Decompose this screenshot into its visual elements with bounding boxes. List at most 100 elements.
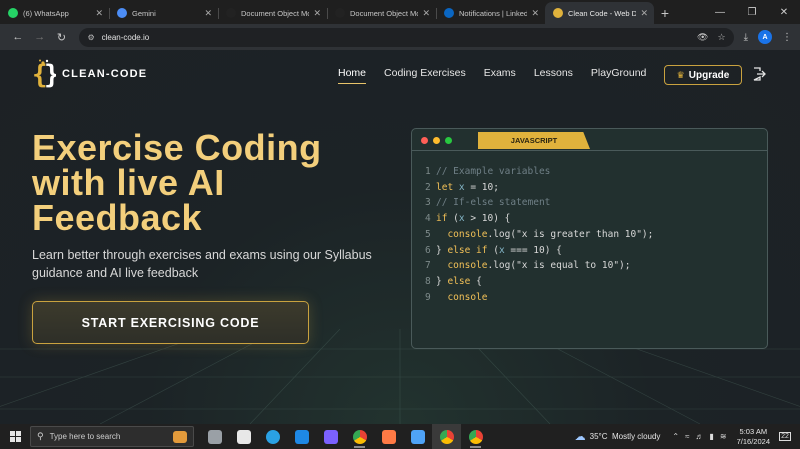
reload-icon[interactable]: ↻: [52, 27, 72, 47]
tab-title: (6) WhatsApp: [23, 8, 69, 18]
mail-icon: [294, 429, 309, 444]
code-token: else if: [447, 244, 488, 256]
tab-title: Notifications | Linked: [459, 8, 528, 18]
edge-icon: [265, 429, 280, 444]
bookmark-star-icon[interactable]: ☆: [717, 32, 725, 43]
browser-tab[interactable]: Clean Code - Web De ✕: [545, 2, 654, 24]
chevron-up-icon[interactable]: ⌃: [672, 432, 679, 441]
site-logo[interactable]: { } CLEAN-CODE: [32, 58, 147, 90]
taskbar-app[interactable]: [345, 424, 374, 449]
browser-toolbar: ← → ↻ ⚙ clean-code.io 👁 ☆ ⤓ A ⋮: [0, 24, 800, 50]
close-tab-icon[interactable]: ✕: [422, 8, 430, 19]
taskbar-app[interactable]: [316, 424, 345, 449]
tab-title: Clean Code - Web De: [568, 8, 637, 18]
code-line: 1 // Example variables: [425, 164, 767, 180]
close-tab-icon[interactable]: ✕: [95, 8, 103, 19]
restore-icon[interactable]: ❐: [736, 0, 768, 24]
profile-avatar[interactable]: A: [758, 30, 772, 44]
code-token: console: [436, 260, 488, 272]
wifi-icon[interactable]: ≋: [720, 432, 727, 441]
weather-widget[interactable]: ☁ 35°C Mostly cloudy: [575, 430, 661, 443]
nav-link-coding-exercises[interactable]: Coding Exercises: [384, 67, 466, 79]
line-number: 1: [425, 166, 431, 177]
taskbar-app[interactable]: [287, 424, 316, 449]
tab-title: Document Object Mo: [241, 8, 310, 18]
taskbar-app[interactable]: [374, 424, 403, 449]
notification-count: 22: [779, 432, 791, 441]
forward-icon[interactable]: →: [30, 27, 50, 47]
taskbar-app[interactable]: [200, 424, 229, 449]
gemini-icon: [117, 8, 127, 18]
close-tab-icon[interactable]: ✕: [204, 8, 212, 19]
cloud-icon: ☁: [574, 431, 586, 443]
code-line: 6} else if (x === 10) {: [425, 243, 767, 259]
menu-kebab-icon[interactable]: ⋮: [782, 32, 792, 43]
main-nav: Home Coding Exercises Exams Lessons PlayGrou…: [338, 67, 664, 84]
browser-tab[interactable]: (6) WhatsApp ✕: [0, 2, 109, 24]
taskbar-clock[interactable]: 5:03 AM 7/16/2024: [737, 427, 770, 447]
medium-icon: [335, 8, 345, 18]
code-token: = 10;: [464, 181, 499, 193]
code-token: console: [436, 291, 488, 303]
code-block: 1// Example variables 2 let x = 10; 3// If-…: [412, 151, 767, 305]
browser-tab[interactable]: Document Object Mo ✕: [218, 2, 327, 24]
taskbar-search-input[interactable]: ⚲ Type here to search: [30, 426, 194, 447]
language-tab[interactable]: JAVASCRIPT: [478, 132, 590, 149]
notification-icon[interactable]: 22: [778, 430, 792, 444]
battery-icon[interactable]: ▮: [710, 432, 714, 441]
download-icon[interactable]: ⤓: [744, 32, 748, 43]
close-window-icon[interactable]: ✕: [768, 0, 800, 24]
code-line: 7 console .log("x is equal to 10");: [425, 258, 767, 274]
taskbar-app[interactable]: [432, 424, 461, 449]
nav-link-lessons[interactable]: Lessons: [534, 67, 573, 79]
eye-off-icon[interactable]: 👁: [697, 32, 708, 43]
back-icon[interactable]: ←: [8, 27, 28, 47]
microsoft-store-icon: [236, 429, 251, 444]
upgrade-button[interactable]: ♛ Upgrade: [664, 65, 742, 85]
start-exercising-button[interactable]: START EXERCISING CODE: [32, 301, 309, 344]
address-bar[interactable]: ⚙ clean-code.io 👁 ☆: [79, 27, 734, 47]
page-content: { } CLEAN-CODE Home Coding Exercises Exams…: [0, 50, 800, 424]
system-tray: ☁ 35°C Mostly cloudy ⌃ ≈ ♬ ▮ ≋ 5:03 AM 7…: [575, 427, 800, 447]
code-token: if: [436, 213, 448, 225]
windows-logo-icon: [9, 431, 21, 442]
url-text: clean-code.io: [101, 32, 150, 42]
browser-tab[interactable]: Notifications | Linked ✕: [436, 2, 545, 24]
taskbar-app[interactable]: [258, 424, 287, 449]
site-info-icon[interactable]: ⚙: [87, 33, 94, 42]
nav-link-home[interactable]: Home: [338, 67, 367, 84]
code-line: 3 // If-else statement: [425, 195, 767, 211]
hero-title-line: with live AI: [32, 162, 225, 203]
close-tab-icon[interactable]: ✕: [313, 8, 321, 19]
linkedin-icon: [444, 8, 454, 18]
svg-text:}: }: [44, 60, 56, 90]
hero-title-line: Exercise Coding: [32, 127, 322, 168]
line-number: 7: [425, 260, 431, 272]
taskbar-app[interactable]: [461, 424, 490, 449]
nav-link-exams[interactable]: Exams: [484, 67, 516, 79]
logout-icon[interactable]: [752, 67, 766, 81]
volume-icon[interactable]: ♬: [696, 432, 704, 441]
close-tab-icon[interactable]: ✕: [640, 8, 648, 19]
code-line: 2 let x = 10;: [425, 180, 767, 196]
code-token: > 10) {: [464, 213, 511, 225]
new-tab-button[interactable]: +: [654, 2, 676, 24]
code-token: {: [470, 275, 482, 287]
browser-tab[interactable]: Gemini ✕: [109, 2, 218, 24]
windows-taskbar: ⚲ Type here to search ☁ 35°C Mostly clou…: [0, 424, 800, 449]
line-number: 4: [425, 213, 431, 225]
browser-tab[interactable]: Document Object Mo ✕: [327, 2, 436, 24]
minimize-icon[interactable]: —: [704, 0, 736, 24]
start-button[interactable]: [0, 424, 30, 449]
weather-desc: Mostly cloudy: [611, 432, 661, 441]
code-line: 5 console .log("x is greater than 10");: [425, 227, 767, 243]
taskbar-app[interactable]: [229, 424, 258, 449]
taskbar-app[interactable]: [403, 424, 432, 449]
editor-maximize-dot: [445, 137, 452, 144]
network-icon[interactable]: ≈: [685, 432, 689, 441]
code-token: (: [487, 244, 499, 256]
close-tab-icon[interactable]: ✕: [531, 8, 539, 19]
tab-title: Gemini: [132, 8, 156, 18]
hero-subtitle: Learn better through exercises and exams…: [32, 248, 372, 280]
nav-link-playground[interactable]: PlayGround: [591, 67, 646, 79]
